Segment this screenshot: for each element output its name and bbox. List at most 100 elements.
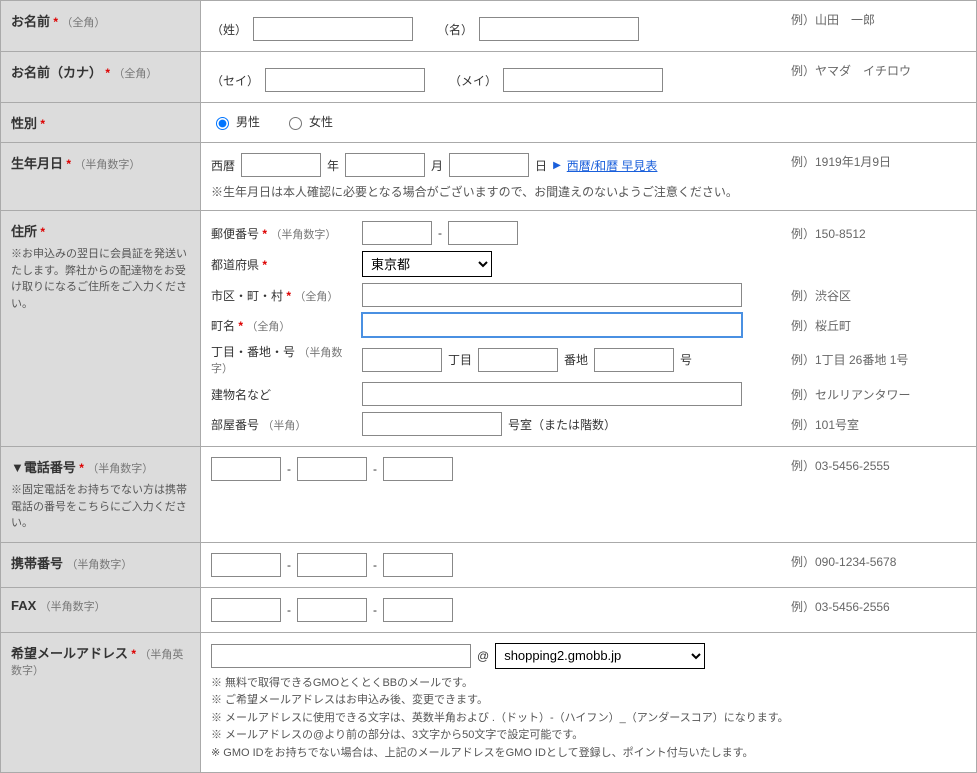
tel-example: 例）03-5456-2555 [791,457,966,474]
sei-input[interactable] [253,17,413,41]
room-example: 例）101号室 [791,416,966,433]
gender-female-label: 女性 [309,113,333,130]
postal2-input[interactable] [448,221,518,245]
banchi-unit: 番地 [564,351,588,368]
email-note: ※ ご希望メールアドレスはお申込み後、変更できます。 [211,692,966,710]
tel-content: 例）03-5456-2555 - - [201,447,977,543]
building-sublabel: 建物名など [211,386,356,403]
chome-sublabel: 丁目・番地・号 （半角数字） [211,343,356,376]
fax-label-cell: FAX （半角数字） [1,587,201,632]
postal1-input[interactable] [362,221,432,245]
email-note: ※ GMO IDをお持ちでない場合は、上記のメールアドレスをGMO IDとして登… [211,745,966,763]
sei-label: （姓） [211,21,247,38]
banchi-input[interactable] [478,348,558,372]
town-input[interactable] [362,313,742,337]
name-label: お名前 [11,14,50,29]
kana-label: お名前（カナ） [11,65,102,80]
calendar-link[interactable]: 西暦/和暦 早見表 [567,157,658,174]
gender-male-radio[interactable] [216,117,229,130]
mobile-sep: - [373,558,377,572]
birth-month-input[interactable] [345,153,425,177]
city-example: 例）渋谷区 [791,287,966,304]
chome-unit: 丁目 [448,351,472,368]
month-label: 月 [431,157,443,174]
tel-hint: （半角数字） [87,463,153,475]
room-sublabel: 部屋番号 （半角） [211,416,356,433]
pref-select[interactable]: 東京都 [362,251,492,277]
tel3-input[interactable] [383,457,453,481]
required-mark: * [79,461,84,475]
mobile1-input[interactable] [211,553,281,577]
tel-sep: - [287,462,291,476]
mobile-sep: - [287,558,291,572]
building-input[interactable] [362,382,742,406]
gender-female-radio[interactable] [289,117,302,130]
name-example: 例）山田 一郎 [791,11,966,28]
mobile-example: 例）090-1234-5678 [791,553,966,570]
arrow-icon: ▶ [553,160,561,171]
required-mark: * [66,157,71,171]
gender-male-wrap[interactable]: 男性 [211,113,260,130]
birth-label-cell: 生年月日 * （半角数字） [1,143,201,211]
email-note: ※ メールアドレスに使用できる文字は、英数半角および .（ドット）-（ハイフン）… [211,710,966,728]
birth-day-input[interactable] [449,153,529,177]
gender-label: 性別 [11,116,37,131]
building-example: 例）セルリアンタワー [791,386,966,403]
email-note: ※ 無料で取得できるGMOとくとくBBのメールです。 [211,675,966,693]
mobile-label: 携帯番号 [11,556,63,571]
kana-content: 例）ヤマダ イチロウ （セイ） （メイ） [201,52,977,103]
fax1-input[interactable] [211,598,281,622]
name-content: 例）山田 一郎 （姓） （名） [201,1,977,52]
town-example: 例）桜丘町 [791,317,966,334]
tel-sub: ※固定電話をお持ちでない方は携帯電話の番号をこちらにご入力ください。 [11,482,190,532]
chome-input[interactable] [362,348,442,372]
kana-sei-input[interactable] [265,68,425,92]
postal-sep: - [438,226,442,240]
room-suffix: 号室（または階数） [508,416,616,433]
mobile2-input[interactable] [297,553,367,577]
fax2-input[interactable] [297,598,367,622]
tel1-input[interactable] [211,457,281,481]
gou-unit: 号 [680,351,692,368]
email-domain-select[interactable]: shopping2.gmobb.jp [495,643,705,669]
kana-sei-label: （セイ） [211,72,259,89]
birth-example: 例）1919年1月9日 [791,153,966,170]
fax-hint: （半角数字） [40,601,106,613]
city-input[interactable] [362,283,742,307]
town-sublabel: 町名 * （全角） [211,317,356,334]
mei-label: （名） [437,21,473,38]
mobile3-input[interactable] [383,553,453,577]
gender-male-label: 男性 [236,113,260,130]
fax-label: FAX [11,598,36,613]
tel-sep: - [373,462,377,476]
kana-example: 例）ヤマダ イチロウ [791,62,966,79]
postal-sublabel: 郵便番号 * （半角数字） [211,225,356,242]
birth-content: 例）1919年1月9日 西暦 年 月 日 ▶ 西暦/和暦 早見表 ※生年月日は本… [201,143,977,211]
birth-hint: （半角数字） [74,159,140,171]
birth-note: ※生年月日は本人確認に必要となる場合がございますので、お間違えのないようご注意く… [211,183,966,200]
gou-input[interactable] [594,348,674,372]
kana-mei-input[interactable] [503,68,663,92]
gender-content: 男性 女性 [201,103,977,143]
required-mark: * [131,647,136,661]
required-mark: * [105,66,110,80]
email-label: 希望メールアドレス [11,646,128,661]
address-content: 郵便番号 * （半角数字） - 例）150-8512 都道府県 * 東京都 市区… [201,211,977,447]
day-label: 日 [535,157,547,174]
fax-example: 例）03-5456-2556 [791,598,966,615]
mobile-content: 例）090-1234-5678 - - [201,542,977,587]
fax3-input[interactable] [383,598,453,622]
mei-input[interactable] [479,17,639,41]
room-input[interactable] [362,412,502,436]
fax-content: 例）03-5456-2556 - - [201,587,977,632]
name-hint: （全角） [61,17,105,29]
tel2-input[interactable] [297,457,367,481]
gender-female-wrap[interactable]: 女性 [284,113,333,130]
birth-year-input[interactable] [241,153,321,177]
required-mark: * [40,225,45,239]
city-sublabel: 市区・町・村 * （全角） [211,287,356,304]
fax-sep: - [287,603,291,617]
email-note: ※ メールアドレスの@より前の部分は、3文字から50文字で設定可能です。 [211,727,966,745]
address-sub: ※お申込みの翌日に会員証を発送いたします。弊社からの配達物をお受け取りになるご住… [11,246,190,312]
email-local-input[interactable] [211,644,471,668]
